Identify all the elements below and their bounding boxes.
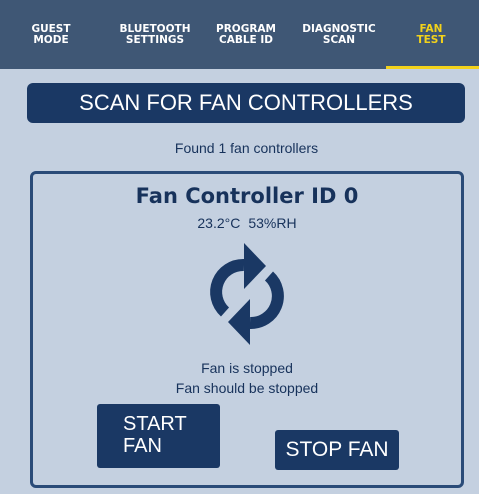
tab-guest-mode[interactable]: GUEST MODE xyxy=(26,24,76,64)
humidity-reading: 53%RH xyxy=(248,215,297,231)
tab-label-line2: SCAN xyxy=(322,34,356,46)
active-tab-indicator xyxy=(386,66,479,69)
tab-bluetooth-settings[interactable]: BLUETOOTH SETTINGS xyxy=(110,24,200,64)
tab-label-line2: TEST xyxy=(416,34,446,46)
tab-bar: GUEST MODE BLUETOOTH SETTINGS PROGRAM CA… xyxy=(0,0,479,69)
tab-label-line2: SETTINGS xyxy=(125,34,185,46)
stop-fan-button[interactable]: STOP FAN xyxy=(275,430,399,470)
tab-fan-test[interactable]: FAN TEST xyxy=(400,24,462,64)
sensor-readings: 23.2°C 53%RH xyxy=(33,215,461,231)
scan-result-text: Found 1 fan controllers xyxy=(174,140,319,156)
fan-expected-status: Fan should be stopped xyxy=(175,380,319,396)
tab-diagnostic-scan[interactable]: DIAGNOSTIC SCAN xyxy=(289,24,389,64)
start-fan-label: START FAN xyxy=(123,413,187,457)
start-fan-button[interactable]: START FAN xyxy=(97,404,220,468)
temperature-reading: 23.2°C xyxy=(197,215,241,231)
controller-title: Fan Controller ID 0 xyxy=(135,184,359,208)
tab-label-line2: CABLE ID xyxy=(219,34,273,46)
fan-controller-card: Fan Controller ID 0 23.2°C 53%RH Fan is s… xyxy=(30,171,464,488)
tab-label-line2: MODE xyxy=(33,34,69,46)
refresh-icon xyxy=(210,243,284,345)
tab-program-cable-id[interactable]: PROGRAM CABLE ID xyxy=(204,24,288,64)
scan-fan-controllers-button[interactable]: SCAN FOR FAN CONTROLLERS xyxy=(27,83,465,123)
fan-actual-status: Fan is stopped xyxy=(201,360,293,376)
